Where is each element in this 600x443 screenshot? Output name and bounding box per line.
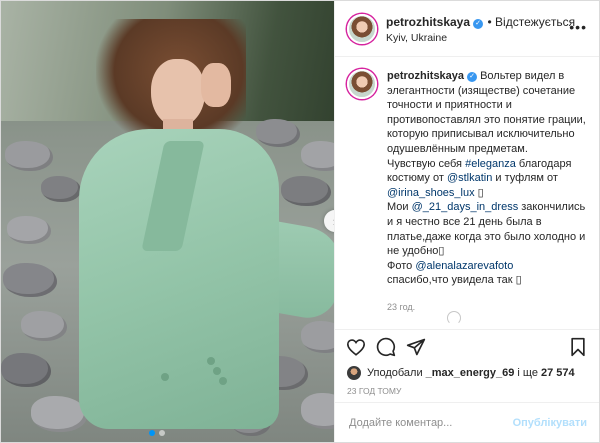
verified-badge-icon: ✓ <box>467 72 478 82</box>
caption-text: и туфлям от <box>495 172 558 185</box>
carousel-indicator <box>149 430 165 436</box>
header-username[interactable]: petrozhitskaya <box>386 15 470 29</box>
mention-link[interactable]: @alenalazarevafoto <box>415 260 513 272</box>
caption-text-intro: Вольтер видел в элегантности (изяществе)… <box>387 70 586 155</box>
avatar[interactable] <box>347 13 377 44</box>
post-header: petrozhitskaya ✓ • Відстежується Kyiv, Uk… <box>335 1 599 57</box>
comments-area[interactable]: petrozhitskaya ✓ Вольтер видел в элегантн… <box>335 57 599 329</box>
add-comment-bar: Опублікувати <box>335 402 599 442</box>
hashtag-link[interactable]: #eleganza <box>465 158 516 170</box>
carousel-dot <box>159 430 165 436</box>
publish-button[interactable]: Опублікувати <box>513 417 587 429</box>
likes-mid: і ще <box>517 367 538 379</box>
next-photo-arrow-icon[interactable]: › <box>324 210 334 232</box>
share-paper-plane-icon[interactable] <box>403 334 429 360</box>
liker-username[interactable]: _max_energy_69 <box>426 367 515 379</box>
liker-avatar <box>347 366 361 380</box>
follow-state[interactable]: Відстежується <box>495 15 575 29</box>
comment-input[interactable] <box>347 415 513 430</box>
caption-emoji: ▯ <box>477 186 484 199</box>
action-bar <box>335 329 599 364</box>
mention-link[interactable]: @irina_shoes_lux <box>387 187 475 199</box>
mention-link[interactable]: @stlkatin <box>447 172 492 184</box>
likes-summary[interactable]: Уподобали _max_energy_69 і ще 27 574 <box>335 364 599 382</box>
post-photo[interactable]: › <box>1 1 334 442</box>
caption-username[interactable]: petrozhitskaya <box>387 70 464 82</box>
post-sidebar: petrozhitskaya ✓ • Відстежується Kyiv, Uk… <box>334 1 599 442</box>
post-timestamp[interactable]: 23 ГОД ТОМУ <box>335 382 599 402</box>
like-heart-icon[interactable] <box>343 334 369 360</box>
comment-bubble-icon[interactable] <box>373 334 399 360</box>
instagram-post: › petrozhitskaya✓ • Відстежується Kyiv, … <box>0 0 600 443</box>
mention-link[interactable]: @_21_days_in_dress <box>412 201 519 213</box>
caption-text: Мои <box>387 201 409 214</box>
caption-text: Фото <box>387 259 413 272</box>
face <box>151 59 205 127</box>
likes-count[interactable]: 27 574 <box>541 367 575 379</box>
caption: petrozhitskaya ✓ Вольтер видел в элегантн… <box>347 69 587 315</box>
carousel-dot-active <box>149 430 155 436</box>
loading-spinner-icon <box>447 311 461 325</box>
caption-text: Чувствую себя <box>387 157 463 170</box>
caption-text: спасибо,что увидела так ▯ <box>387 274 522 287</box>
verified-badge-icon: ✓ <box>473 18 484 29</box>
caption-time: 23 год. <box>387 301 416 312</box>
caption-avatar[interactable] <box>347 69 377 99</box>
likes-prefix: Уподобали <box>367 367 423 379</box>
bookmark-icon[interactable] <box>565 334 591 360</box>
ellipsis-icon[interactable]: ••• <box>569 19 587 35</box>
post-location[interactable]: Kyiv, Ukraine <box>386 32 575 45</box>
